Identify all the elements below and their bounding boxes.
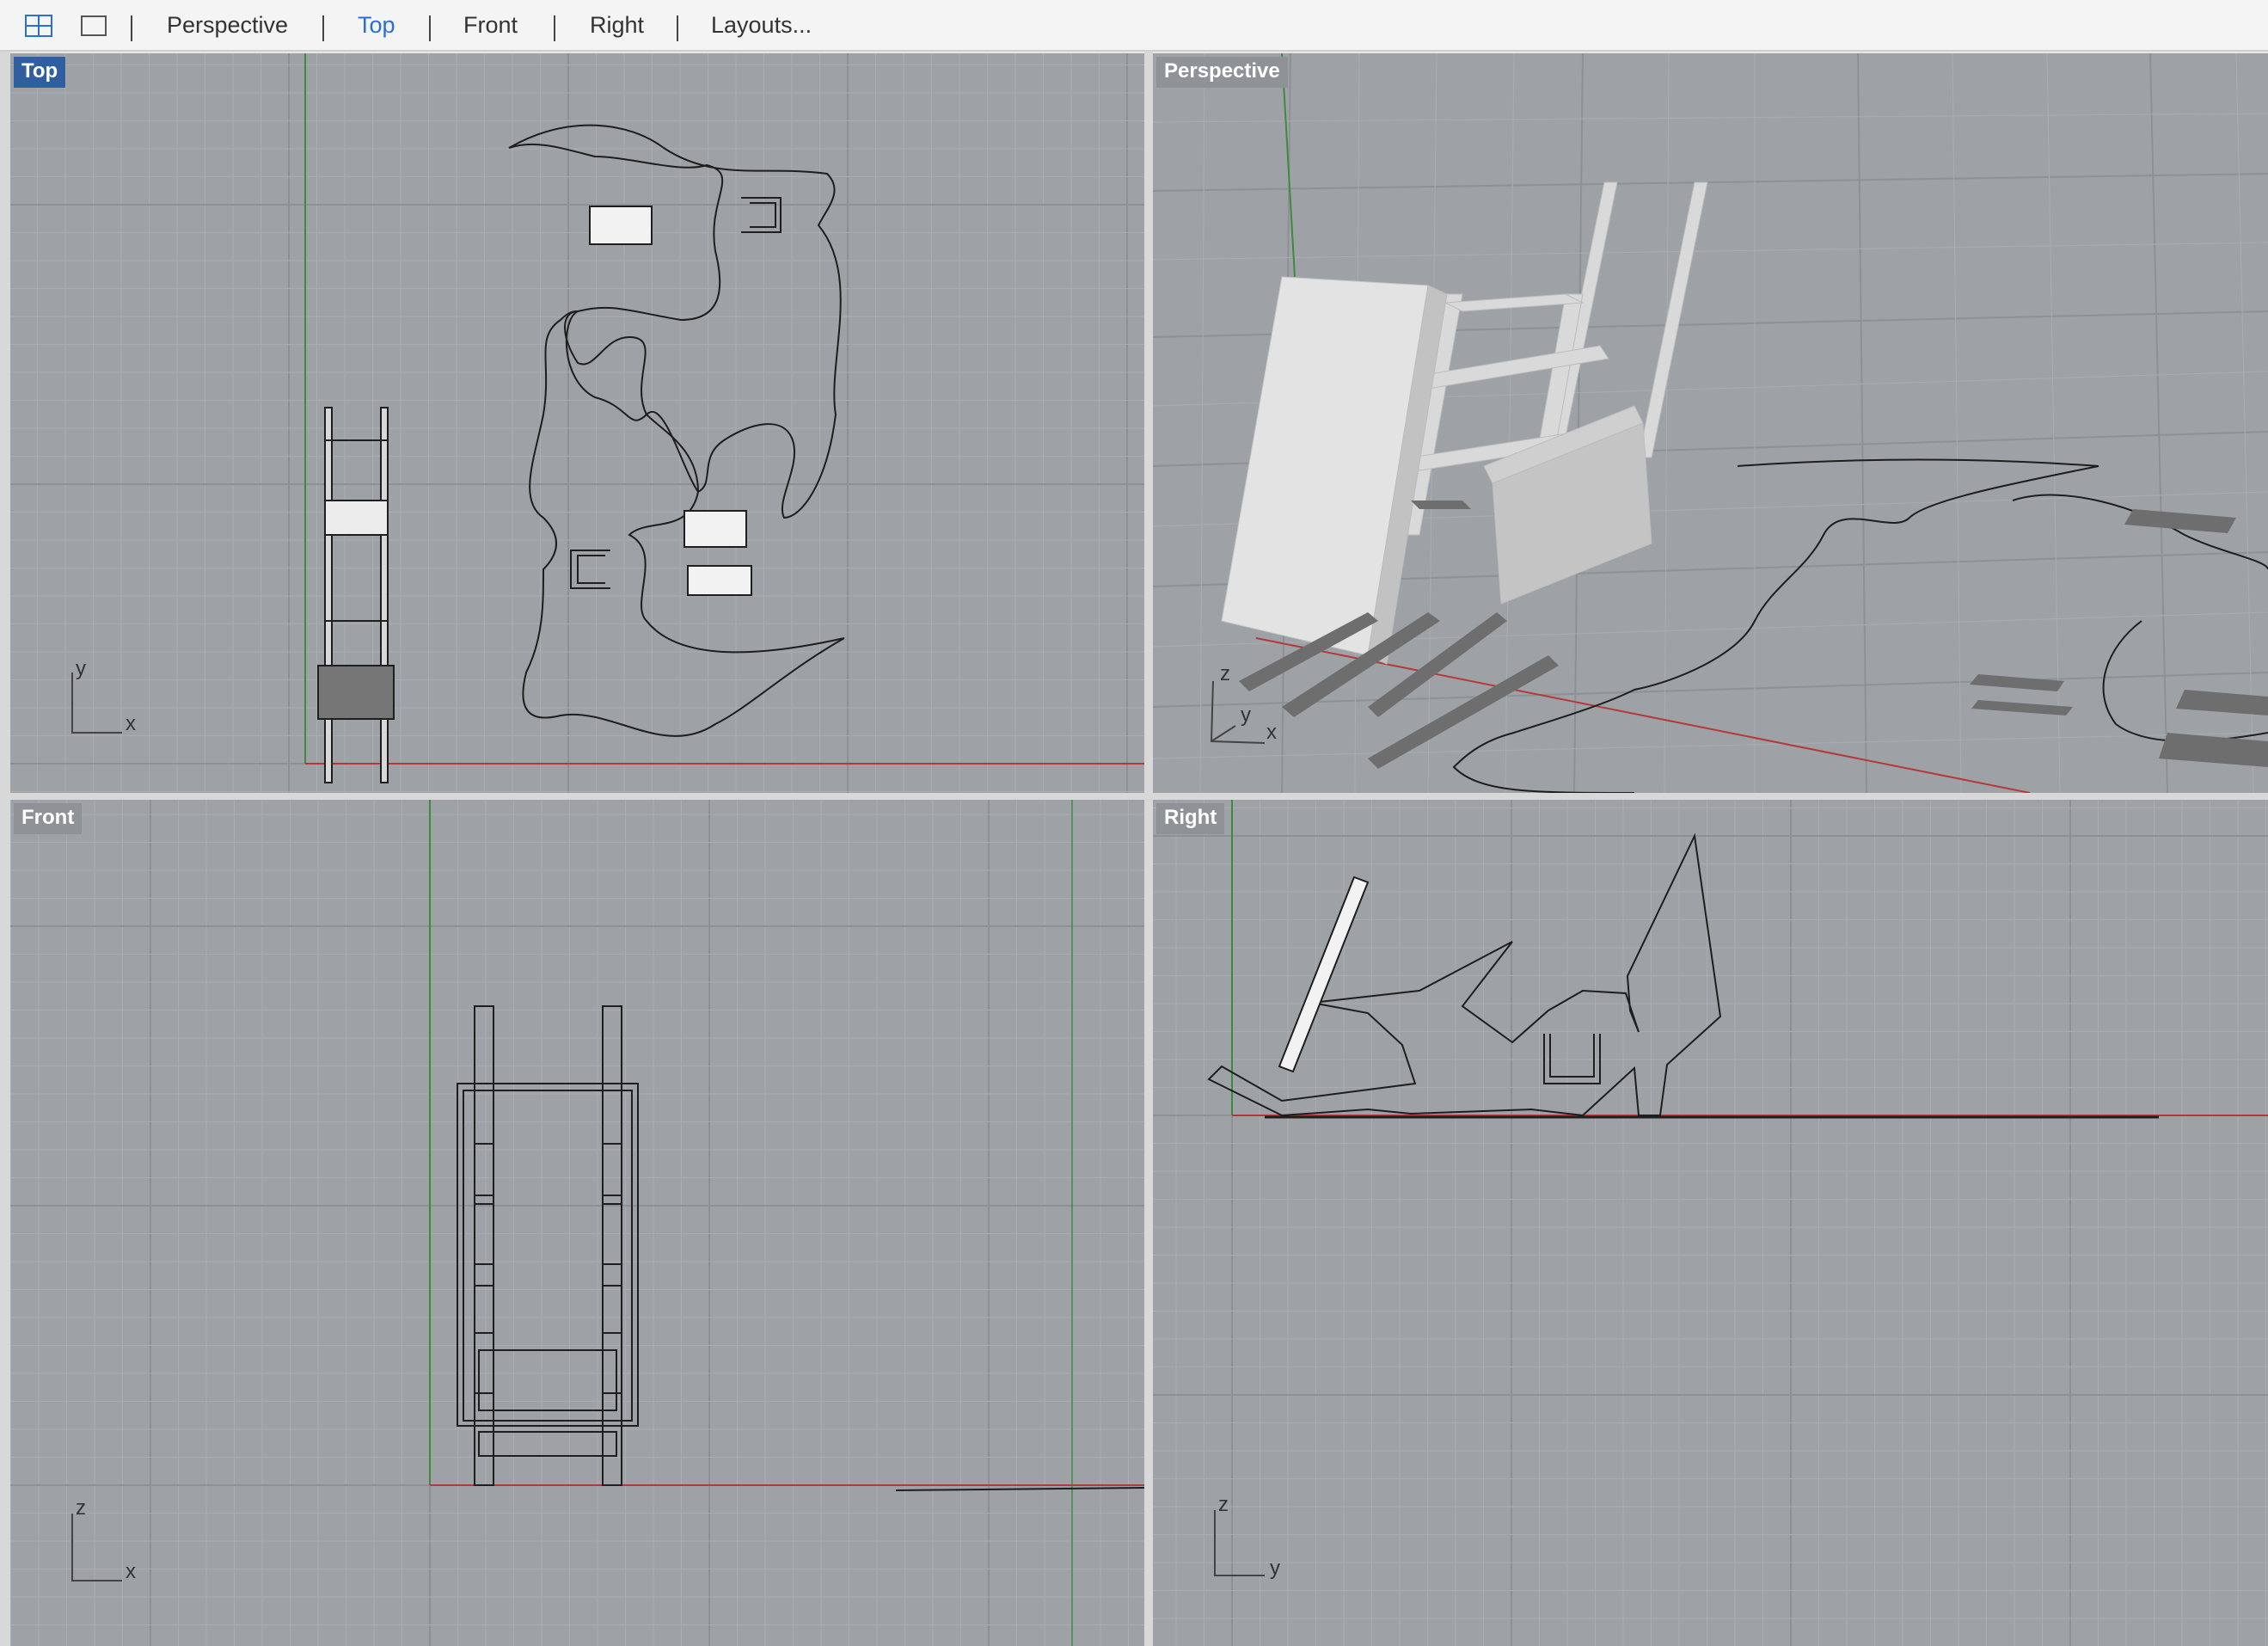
toolbar-separator xyxy=(131,15,132,41)
vertical-splitter[interactable] xyxy=(1144,52,1153,1646)
top-view-canvas xyxy=(10,53,1144,793)
axis-gizmo xyxy=(1214,1510,1265,1576)
axis-label-y: y xyxy=(1241,703,1251,727)
rect-part xyxy=(687,565,752,596)
chair-back-block xyxy=(317,665,395,720)
chair-seat xyxy=(324,500,389,536)
rect-part xyxy=(683,510,747,548)
u-part xyxy=(1543,1034,1601,1084)
horizontal-splitter[interactable] xyxy=(0,793,2268,800)
viewport-label-front[interactable]: Front xyxy=(14,803,83,834)
chair-back-panel xyxy=(1278,875,1370,1073)
right-view-canvas xyxy=(1153,800,2268,1646)
chair-leg xyxy=(324,407,333,783)
tab-layouts[interactable]: Layouts... xyxy=(711,12,812,39)
axis-gizmo xyxy=(71,673,122,734)
viewport-right[interactable]: Right z y xyxy=(1153,800,2268,1646)
grid xyxy=(10,53,1144,793)
tab-front[interactable]: Front xyxy=(463,12,518,39)
grid xyxy=(1153,800,2268,1646)
axis-label-x: x xyxy=(126,712,136,735)
tab-right[interactable]: Right xyxy=(590,12,644,39)
viewport-front[interactable]: Front z x xyxy=(10,800,1144,1646)
chair-leg xyxy=(380,407,389,783)
u-part xyxy=(741,197,782,233)
single-viewport-icon[interactable] xyxy=(79,14,108,38)
tab-top[interactable]: Top xyxy=(358,12,395,39)
front-view-canvas xyxy=(10,800,1144,1646)
u-part xyxy=(570,550,610,589)
viewport-top[interactable]: Top y x xyxy=(10,53,1144,793)
viewport-label-top[interactable]: Top xyxy=(14,57,66,88)
terrain-parts xyxy=(1970,509,2268,767)
tab-perspective[interactable]: Perspective xyxy=(167,12,288,39)
rect-part xyxy=(589,206,653,245)
viewport-perspective[interactable]: Perspective z y x xyxy=(1153,53,2268,793)
viewport-label-right[interactable]: Right xyxy=(1156,803,1225,834)
axis-label-x: x xyxy=(126,1560,136,1583)
axis-label-z: z xyxy=(76,1496,86,1520)
toolbar-separator xyxy=(677,15,678,41)
left-edge xyxy=(0,52,10,1646)
axis-label-z: z xyxy=(1220,662,1230,685)
axis-label-x: x xyxy=(1266,721,1277,744)
axis-label-y: y xyxy=(1270,1557,1280,1580)
axis-label-z: z xyxy=(1218,1493,1229,1516)
four-viewports-icon[interactable] xyxy=(24,14,53,38)
grid xyxy=(10,800,1144,1646)
axis-gizmo xyxy=(71,1514,122,1582)
toolbar-separator xyxy=(322,15,324,41)
axis-label-y: y xyxy=(76,657,86,680)
chair-front-elevation xyxy=(457,1005,639,1486)
axis-gizmo xyxy=(1210,680,1266,744)
toolbar-separator xyxy=(429,15,431,41)
viewport-label-perspective[interactable]: Perspective xyxy=(1156,57,1288,88)
viewport-toolbar: Perspective Top Front Right Layouts... xyxy=(0,0,2268,52)
toolbar-separator xyxy=(554,15,555,41)
perspective-view-canvas xyxy=(1153,53,2268,793)
